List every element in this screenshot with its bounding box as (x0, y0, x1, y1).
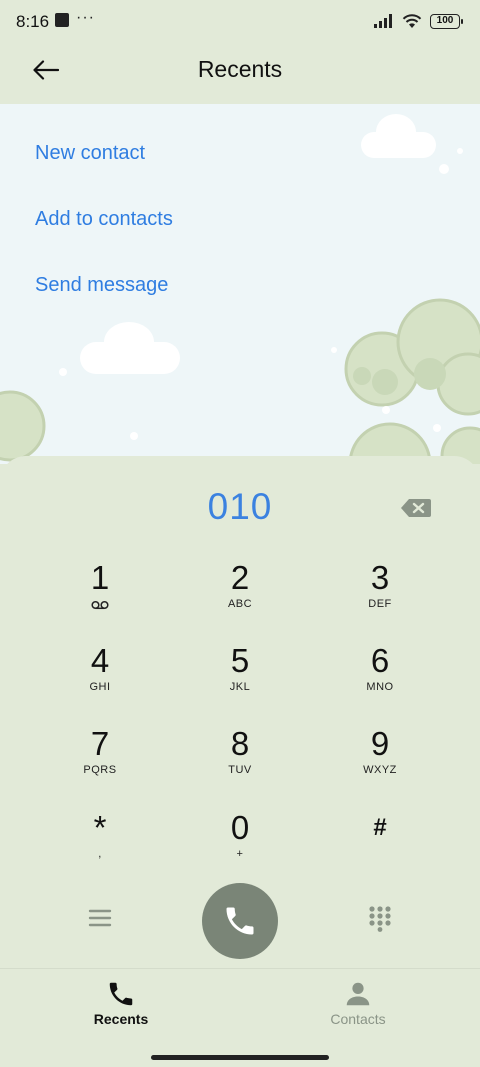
key-digit: 6 (370, 642, 390, 679)
voicemail-icon (40, 598, 160, 612)
key-letters: TUV (228, 764, 252, 776)
page-title: Recents (197, 56, 283, 82)
key-digit: 4 (90, 642, 110, 679)
key-digit: * (93, 809, 107, 846)
key-letters (320, 848, 440, 862)
send-message-link[interactable]: Send message (35, 274, 168, 297)
key-1[interactable]: 1 (40, 560, 160, 632)
dialpad-toggle-button[interactable] (366, 904, 394, 932)
key-digit: 9 (370, 725, 390, 762)
key-letters: , (98, 848, 102, 860)
key-digit: 1 (90, 559, 110, 596)
key-hash[interactable]: # (320, 810, 440, 882)
key-letters: JKL (229, 681, 251, 693)
backspace-button[interactable] (399, 496, 433, 520)
status-bar: 8:16 ··· 100 (0, 0, 480, 42)
key-6[interactable]: 6 MNO (320, 643, 440, 715)
key-letters: DEF (368, 598, 392, 610)
dialpad-icon (369, 906, 391, 932)
key-9[interactable]: 9 WXYZ (320, 726, 440, 798)
bottom-navigation: Recents Contacts (0, 968, 480, 1067)
signal-icon (374, 14, 392, 28)
key-digit: 8 (230, 725, 250, 762)
key-3[interactable]: 3 DEF (320, 560, 440, 632)
key-letters: + (236, 848, 244, 860)
key-digit: 3 (370, 559, 390, 596)
add-to-contacts-link[interactable]: Add to contacts (35, 208, 173, 231)
notification-icon (55, 13, 69, 27)
tab-label: Recents (93, 1011, 149, 1027)
new-contact-link[interactable]: New contact (35, 142, 145, 165)
status-time: 8:16 (16, 12, 50, 31)
phone-icon (109, 982, 133, 1006)
key-digit: 5 (230, 642, 250, 679)
key-digit: 2 (230, 559, 250, 596)
menu-button[interactable] (86, 906, 114, 930)
key-letters: GHI (89, 681, 111, 693)
wifi-icon (402, 13, 422, 28)
key-0[interactable]: 0 + (180, 810, 300, 882)
menu-icon (88, 909, 112, 927)
key-7[interactable]: 7 PQRS (40, 726, 160, 798)
key-letters: WXYZ (363, 764, 397, 776)
more-notifications-icon: ··· (76, 9, 95, 26)
key-letters: ABC (227, 598, 253, 610)
key-4[interactable]: 4 GHI (40, 643, 160, 715)
key-digit: 7 (90, 725, 110, 762)
call-button[interactable] (202, 883, 278, 959)
key-star[interactable]: * , (40, 810, 160, 882)
key-digit: 0 (230, 809, 250, 846)
status-icons: 100 (374, 12, 463, 30)
tab-contacts[interactable]: Contacts (278, 979, 438, 1035)
app-header: Recents (0, 42, 480, 104)
phone-icon (226, 907, 254, 935)
backspace-icon (401, 499, 431, 517)
key-digit: # (373, 814, 387, 841)
tab-recents[interactable]: Recents (41, 979, 201, 1035)
person-icon (346, 982, 370, 1006)
key-2[interactable]: 2 ABC (180, 560, 300, 632)
tab-label: Contacts (330, 1011, 386, 1027)
battery-icon: 100 (430, 13, 463, 29)
key-letters: MNO (366, 681, 394, 693)
actions-area: New contact Add to contacts Send message (0, 104, 480, 464)
home-indicator[interactable] (151, 1055, 329, 1060)
key-letters: PQRS (83, 764, 117, 776)
key-8[interactable]: 8 TUV (180, 726, 300, 798)
key-5[interactable]: 5 JKL (180, 643, 300, 715)
